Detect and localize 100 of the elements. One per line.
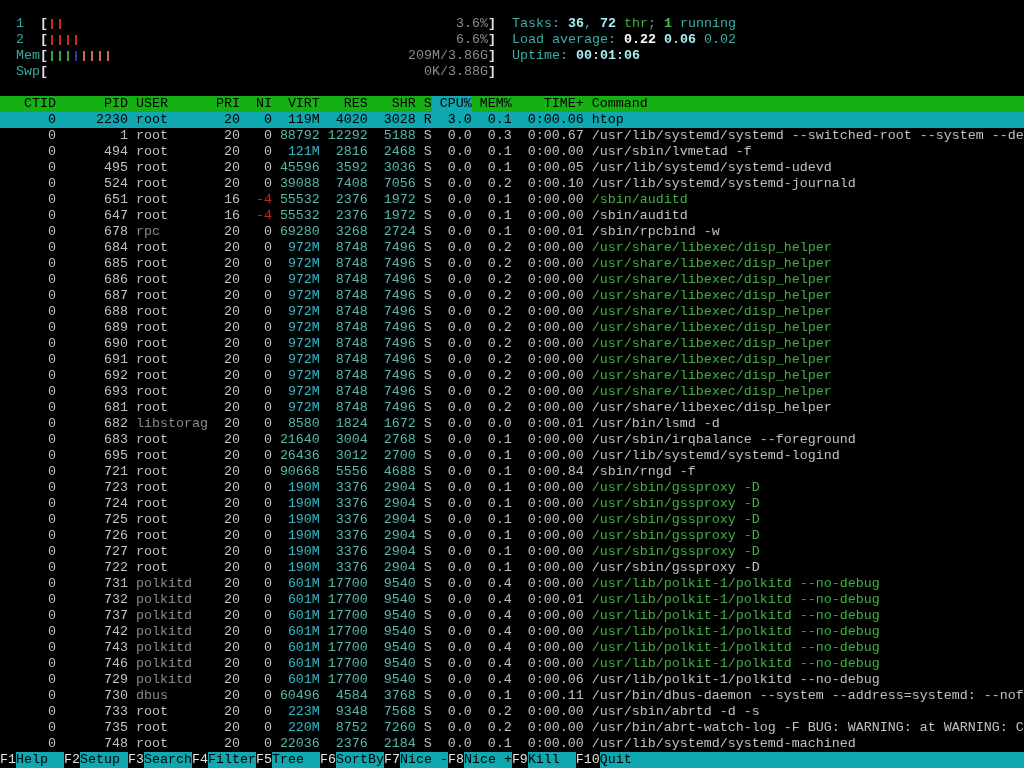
process-row[interactable]: 0 690 root 20 0 972M 8748 7496 S 0.0 0.2 0:00.00 /usr/share/libexec/disp_helper	[0, 336, 1024, 352]
process-row[interactable]: 0 688 root 20 0 972M 8748 7496 S 0.0 0.2 0:00.00 /usr/share/libexec/disp_helper	[0, 304, 1024, 320]
process-row[interactable]: 0 732 polkitd 20 0 601M 17700 9540 S 0.0 0.4 0:00.01 /usr/lib/polkit-1/polkitd --no-debug	[0, 592, 1024, 608]
column-header[interactable]: VIRT	[271, 96, 320, 112]
table-cell-text: 0	[47, 400, 56, 416]
table-cell-text: root	[134, 720, 169, 736]
table-cell-text: 20	[222, 480, 240, 496]
meter-value: 6.6%	[456, 32, 488, 48]
table-cell-text: S	[422, 672, 432, 688]
key-label: F2	[64, 752, 80, 768]
table-cell-text: 17700	[326, 640, 368, 656]
process-row[interactable]: 0 695 root 20 0 26436 3012 2700 S 0.0 0.1 0:00.00 /usr/lib/systemd/systemd-logind	[0, 448, 1024, 464]
process-row[interactable]: 0 730 dbus 20 0 60496 4584 3768 S 0.0 0.1 0:00.11 /usr/bin/dbus-daemon --system --address=systemd: --nof	[0, 688, 1024, 704]
process-row[interactable]: 0 724 root 20 0 190M 3376 2904 S 0.0 0.1 0:00.00 /usr/sbin/gssproxy -D	[0, 496, 1024, 512]
table-cell-text: 0.0	[446, 592, 472, 608]
table-cell-text: S	[422, 688, 432, 704]
table-cell-text: 0.0	[446, 384, 472, 400]
table-cell-text: 0.1	[486, 688, 512, 704]
function-key[interactable]: F5Tree	[255, 752, 320, 768]
process-row[interactable]: 0 685 root 20 0 972M 8748 7496 S 0.0 0.2 0:00.00 /usr/share/libexec/disp_helper	[0, 256, 1024, 272]
column-header[interactable]: MEM%	[471, 96, 512, 112]
column-header[interactable]: NI	[239, 96, 272, 112]
process-row[interactable]: 0 746 polkitd 20 0 601M 17700 9540 S 0.0 0.4 0:00.00 /usr/lib/polkit-1/polkitd --no-debug	[0, 656, 1024, 672]
process-row[interactable]: 0 495 root 20 0 45596 3592 3036 S 0.0 0.1 0:00.05 /usr/lib/systemd/systemd-udevd	[0, 160, 1024, 176]
table-cell-text: S	[422, 400, 432, 416]
process-row[interactable]: 0 681 root 20 0 972M 8748 7496 S 0.0 0.2 0:00.00 /usr/share/libexec/disp_helper	[0, 400, 1024, 416]
table-cell-text: 0	[262, 224, 272, 240]
process-row[interactable]: 0 733 root 20 0 223M 9348 7568 S 0.0 0.2 0:00.00 /usr/sbin/abrtd -d -s	[0, 704, 1024, 720]
function-key[interactable]: F6SortBy	[319, 752, 384, 768]
process-row[interactable]: 0 735 root 20 0 220M 8752 7260 S 0.0 0.2 0:00.00 /usr/bin/abrt-watch-log -F BUG: WARNING: at WARNING: C	[0, 720, 1024, 736]
table-cell-text: 0.0	[446, 480, 472, 496]
process-row[interactable]: 0 687 root 20 0 972M 8748 7496 S 0.0 0.2 0:00.00 /usr/share/libexec/disp_helper	[0, 288, 1024, 304]
process-row[interactable]: 0 691 root 20 0 972M 8748 7496 S 0.0 0.2 0:00.00 /usr/share/libexec/disp_helper	[0, 352, 1024, 368]
column-header[interactable]: PRI	[207, 96, 240, 112]
column-header[interactable]: Command	[583, 96, 1024, 112]
summary-text: Tasks:	[512, 16, 561, 32]
process-row[interactable]: 0 524 root 20 0 39088 7408 7056 S 0.0 0.2 0:00.10 /usr/lib/systemd/systemd-journald	[0, 176, 1024, 192]
key-label: F1	[0, 752, 16, 768]
column-header[interactable]: S	[415, 96, 432, 112]
table-cell-text: 9540	[382, 592, 416, 608]
process-row[interactable]: 0 651 root 16 -4 55532 2376 1972 S 0.0 0.1 0:00.00 /sbin/auditd	[0, 192, 1024, 208]
process-row[interactable]: 0 742 polkitd 20 0 601M 17700 9540 S 0.0 0.4 0:00.00 /usr/lib/polkit-1/polkitd --no-debug	[0, 624, 1024, 640]
summary-text: ;	[648, 16, 657, 32]
column-header[interactable]: TIME+	[511, 96, 584, 112]
table-cell-text: 1972	[382, 192, 416, 208]
process-row[interactable]: 0 748 root 20 0 22036 2376 2184 S 0.0 0.1 0:00.00 /usr/lib/systemd/systemd-machined	[0, 736, 1024, 752]
process-row[interactable]: 0 731 polkitd 20 0 601M 17700 9540 S 0.0 0.4 0:00.00 /usr/lib/polkit-1/polkitd --no-debug	[0, 576, 1024, 592]
column-header[interactable]: CTID	[0, 96, 56, 112]
table-cell-text: 0.0	[446, 576, 472, 592]
function-key[interactable]: F1Help	[0, 752, 64, 768]
key-action: Help	[16, 752, 64, 768]
process-row[interactable]: 0 743 polkitd 20 0 601M 17700 9540 S 0.0 0.4 0:00.00 /usr/lib/polkit-1/polkitd --no-debug	[0, 640, 1024, 656]
table-cell-text: root	[134, 560, 169, 576]
function-key[interactable]: F10Quit	[575, 752, 1024, 768]
table-cell-text: 0	[262, 480, 272, 496]
table-cell-text: 972M	[286, 288, 320, 304]
process-row[interactable]: 0 684 root 20 0 972M 8748 7496 S 0.0 0.2 0:00.00 /usr/share/libexec/disp_helper	[0, 240, 1024, 256]
process-row[interactable]: 0 678 rpc 20 0 69280 3268 2724 S 0.0 0.1 0:00.01 /sbin/rpcbind -w	[0, 224, 1024, 240]
column-header[interactable]: PID	[56, 96, 128, 112]
process-row[interactable]: 0 729 polkitd 20 0 601M 17700 9540 S 0.0 0.4 0:00.06 /usr/lib/polkit-1/polkitd --no-debug	[0, 672, 1024, 688]
table-cell-text: 972M	[286, 368, 320, 384]
column-header[interactable]: USER	[127, 96, 208, 112]
table-cell-text: 0:00.00	[526, 192, 584, 208]
table-cell-text: 3.0	[446, 112, 472, 128]
table-cell-text: root	[134, 352, 169, 368]
process-row[interactable]: 0 727 root 20 0 190M 3376 2904 S 0.0 0.1 0:00.00 /usr/sbin/gssproxy -D	[0, 544, 1024, 560]
process-row[interactable]: 0 1 root 20 0 88792 12292 5188 S 0.0 0.3 0:00.67 /usr/lib/systemd/systemd --switched-root --system --de	[0, 128, 1024, 144]
process-row[interactable]: 0 686 root 20 0 972M 8748 7496 S 0.0 0.2 0:00.00 /usr/share/libexec/disp_helper	[0, 272, 1024, 288]
process-row[interactable]: 0 682 libstorag 20 0 8580 1824 1672 S 0.0 0.0 0:00.01 /usr/bin/lsmd -d	[0, 416, 1024, 432]
process-row[interactable]: 0 726 root 20 0 190M 3376 2904 S 0.0 0.1 0:00.00 /usr/sbin/gssproxy -D	[0, 528, 1024, 544]
process-row[interactable]: 0 683 root 20 0 21640 3004 2768 S 0.0 0.1 0:00.00 /usr/sbin/irqbalance --foreground	[0, 432, 1024, 448]
process-row[interactable]: 0 689 root 20 0 972M 8748 7496 S 0.0 0.2 0:00.00 /usr/share/libexec/disp_helper	[0, 320, 1024, 336]
table-cell-text: 190M	[286, 560, 320, 576]
table-cell-text: /usr/lib/systemd/systemd-machined	[590, 736, 857, 752]
column-header[interactable]: RES	[319, 96, 368, 112]
process-row[interactable]: 0 722 root 20 0 190M 3376 2904 S 0.0 0.1 0:00.00 /usr/sbin/gssproxy -D	[0, 560, 1024, 576]
table-cell-text: 0:00.00	[526, 512, 584, 528]
process-row[interactable]: 0 737 polkitd 20 0 601M 17700 9540 S 0.0 0.4 0:00.00 /usr/lib/polkit-1/polkitd --no-debug	[0, 608, 1024, 624]
function-key[interactable]: F3Search	[127, 752, 192, 768]
process-row[interactable]: 0 693 root 20 0 972M 8748 7496 S 0.0 0.2 0:00.00 /usr/share/libexec/disp_helper	[0, 384, 1024, 400]
process-row[interactable]: 0 692 root 20 0 972M 8748 7496 S 0.0 0.2 0:00.00 /usr/share/libexec/disp_helper	[0, 368, 1024, 384]
process-row[interactable]: 0 494 root 20 0 121M 2816 2468 S 0.0 0.1 0:00.00 /usr/sbin/lvmetad -f	[0, 144, 1024, 160]
table-cell-text: 725	[102, 512, 128, 528]
process-row[interactable]: 0 721 root 20 0 90668 5556 4688 S 0.0 0.1 0:00.84 /sbin/rngd -f	[0, 464, 1024, 480]
table-cell-text: 722	[102, 560, 128, 576]
column-header[interactable]: CPU%	[431, 96, 472, 112]
column-header[interactable]: SHR	[367, 96, 416, 112]
table-cell-text: 0.0	[446, 272, 472, 288]
function-key[interactable]: F2Setup	[64, 752, 128, 768]
table-cell-text: 20	[222, 128, 240, 144]
process-row[interactable]: 0 725 root 20 0 190M 3376 2904 S 0.0 0.1 0:00.00 /usr/sbin/gssproxy -D	[0, 512, 1024, 528]
table-cell-text: 0:00.00	[526, 256, 584, 272]
process-row[interactable]: 0 2230 root 20 0 119M 4020 3028 R 3.0 0.1 0:00.06 htop	[0, 112, 1024, 128]
table-cell-text: /usr/share/libexec/disp_helper	[590, 384, 833, 400]
process-row[interactable]: 0 647 root 16 -4 55532 2376 1972 S 0.0 0.1 0:00.00 /sbin/auditd	[0, 208, 1024, 224]
table-cell-text: 0.0	[446, 256, 472, 272]
table-cell-text: 1972	[382, 208, 416, 224]
table-cell-text: /usr/lib/polkit-1/polkitd --no-debug	[590, 592, 881, 608]
function-key[interactable]: F8Nice +	[447, 752, 512, 768]
process-row[interactable]: 0 723 root 20 0 190M 3376 2904 S 0.0 0.1 0:00.00 /usr/sbin/gssproxy -D	[0, 480, 1024, 496]
